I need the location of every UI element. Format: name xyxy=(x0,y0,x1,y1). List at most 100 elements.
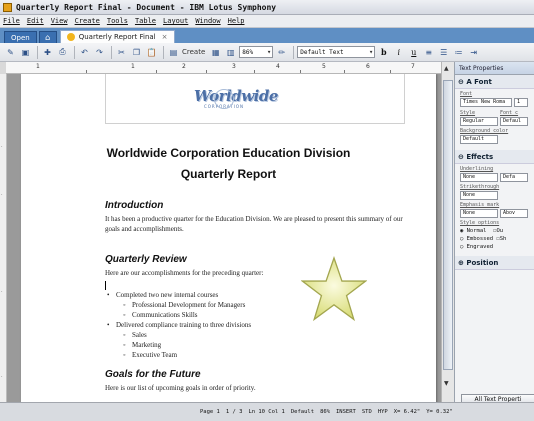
radio-normal[interactable]: ◉ Normal ☐Ou xyxy=(455,226,534,234)
menu-table[interactable]: Table xyxy=(135,17,156,25)
list-item-text: Delivered compliance training to three d… xyxy=(116,321,252,329)
highlight-icon[interactable]: ✏ xyxy=(275,46,288,59)
position-section-label: Position xyxy=(466,259,499,267)
heading-introduction[interactable]: Introduction xyxy=(105,200,163,211)
italic-button[interactable]: i xyxy=(392,46,405,59)
list-item[interactable]: ◦ Sales xyxy=(123,330,147,340)
font-name-select[interactable]: Times New Roma xyxy=(460,98,512,107)
undo-icon[interactable]: ↶ xyxy=(78,46,91,59)
star-shape[interactable] xyxy=(301,256,367,322)
indent-icon[interactable]: ⇥ xyxy=(467,46,480,59)
tab-document[interactable]: Quarterly Report Final × xyxy=(59,30,175,43)
emphasis-position-select[interactable]: Abov xyxy=(500,209,528,218)
all-text-properties-button[interactable]: All Text Properti xyxy=(461,394,534,402)
heading-quarterly-review[interactable]: Quarterly Review xyxy=(105,254,187,265)
list-item-text: Communications Skills xyxy=(132,311,198,319)
font-section-header[interactable]: ⊖ A Font xyxy=(455,75,534,89)
font-style-select[interactable]: Regular xyxy=(460,117,498,126)
new-icon[interactable]: ✎ xyxy=(4,46,17,59)
close-tab-icon[interactable]: × xyxy=(162,33,168,41)
create-button[interactable]: Create xyxy=(182,48,205,56)
bullet-glyph: ◦ xyxy=(123,301,126,309)
bullet-list-icon[interactable]: ☰ xyxy=(437,46,450,59)
toolbar-separator xyxy=(163,45,164,59)
redo-icon[interactable]: ↷ xyxy=(93,46,106,59)
copy-icon[interactable]: ❐ xyxy=(130,46,143,59)
tab-home[interactable]: ⌂ xyxy=(38,31,57,43)
add-icon[interactable]: ✚ xyxy=(41,46,54,59)
horizontal-ruler[interactable]: 1 1 2 3 4 5 6 7 xyxy=(6,62,454,74)
menu-layout[interactable]: Layout xyxy=(163,17,188,25)
menu-edit[interactable]: Edit xyxy=(27,17,44,25)
create-icon[interactable]: ▤ xyxy=(167,46,180,59)
list-item[interactable]: ◦ Professional Development for Managers xyxy=(123,300,245,310)
scrollbar-thumb[interactable] xyxy=(443,80,453,370)
ruler-number: 2 xyxy=(182,63,186,70)
document-page[interactable]: Worldwide CORPORATION Worldwide Corporat… xyxy=(21,74,436,402)
background-color-select[interactable]: Default xyxy=(460,135,498,144)
cut-icon[interactable]: ✂ xyxy=(115,46,128,59)
paragraph-introduction[interactable]: It has been a productive quarter for the… xyxy=(105,214,405,234)
position-section-header[interactable]: ⊕ Position xyxy=(455,256,534,270)
table-icon[interactable]: ▦ xyxy=(209,46,222,59)
shadow-checkbox-label: Sh xyxy=(499,236,507,242)
list-item-text: Marketing xyxy=(132,341,162,349)
effects-section-header[interactable]: ⊖ Effects xyxy=(455,150,534,164)
numbered-list-icon[interactable]: ≔ xyxy=(452,46,465,59)
list-item[interactable]: • Delivered compliance training to three … xyxy=(107,320,251,330)
ruler-tick xyxy=(86,70,87,73)
status-selection-mode[interactable]: STD xyxy=(362,409,372,415)
list-item[interactable]: ◦ Marketing xyxy=(123,340,161,350)
print-icon[interactable]: ⎙ xyxy=(56,46,69,59)
background-color-label: Background color xyxy=(460,128,509,134)
document-canvas[interactable]: Worldwide CORPORATION Worldwide Corporat… xyxy=(7,74,441,402)
style-row: Regular Defaul xyxy=(455,116,534,126)
vertical-ruler[interactable]: · · · · xyxy=(0,74,7,402)
font-size-select[interactable]: 1 xyxy=(514,98,528,107)
menu-window[interactable]: Window xyxy=(195,17,220,25)
paste-icon[interactable]: 📋 xyxy=(145,46,158,59)
paragraph-style-select[interactable]: Default Text xyxy=(297,46,376,58)
background-row: Default xyxy=(455,134,534,144)
emphasis-select[interactable]: None xyxy=(460,209,498,218)
list-item[interactable]: ◦ Communications Skills xyxy=(123,310,198,320)
menu-help[interactable]: Help xyxy=(228,17,245,25)
bold-button[interactable]: b xyxy=(377,46,390,59)
align-left-icon[interactable]: ≡ xyxy=(422,46,435,59)
font-color-select[interactable]: Defaul xyxy=(500,117,528,126)
document-subtitle[interactable]: Quarterly Report xyxy=(21,167,436,181)
radio-embossed[interactable]: ○ Embossed ☐Sh xyxy=(455,234,534,242)
scroll-down-icon[interactable]: ▼ xyxy=(444,380,449,387)
list-item-text: Executive Team xyxy=(132,351,178,359)
underlining-select[interactable]: None xyxy=(460,173,498,182)
tab-open[interactable]: Open xyxy=(4,31,37,43)
document-title[interactable]: Worldwide Corporation Education Division xyxy=(21,146,436,160)
ruler-number: 1 xyxy=(36,63,40,70)
status-insert-mode[interactable]: INSERT xyxy=(336,409,356,415)
menu-file[interactable]: File xyxy=(3,17,20,25)
menu-tools[interactable]: Tools xyxy=(107,17,128,25)
paragraph-goals[interactable]: Here is our list of upcoming goals in or… xyxy=(105,383,405,393)
list-item-text: Professional Development for Managers xyxy=(132,301,246,309)
ruler-number: 5 xyxy=(322,63,326,70)
ruler-tick: · xyxy=(1,144,3,150)
frame-icon[interactable]: ▥ xyxy=(224,46,237,59)
radio-embossed-label: Embossed xyxy=(466,236,494,242)
save-icon[interactable]: ▣ xyxy=(19,46,32,59)
vertical-scrollbar[interactable]: ▲ ▼ xyxy=(441,62,454,402)
radio-engraved[interactable]: ○ Engraved xyxy=(455,242,534,250)
list-item[interactable]: ◦ Executive Team xyxy=(123,350,177,360)
strikethrough-select[interactable]: None xyxy=(460,191,498,200)
scroll-up-icon[interactable]: ▲ xyxy=(444,65,449,72)
menu-create[interactable]: Create xyxy=(75,17,100,25)
ruler-tick xyxy=(300,70,301,73)
underline-button[interactable]: u xyxy=(407,46,420,59)
style-label: Style xyxy=(460,110,476,116)
list-item[interactable]: • Completed two new internal courses xyxy=(107,290,218,300)
status-zoom[interactable]: 86% xyxy=(320,409,330,415)
underline-color-select[interactable]: Defa xyxy=(500,173,528,182)
zoom-select[interactable]: 86% xyxy=(239,46,274,58)
menu-view[interactable]: View xyxy=(51,17,68,25)
status-hyphenation[interactable]: HYP xyxy=(378,409,388,415)
heading-goals[interactable]: Goals for the Future xyxy=(105,369,201,380)
